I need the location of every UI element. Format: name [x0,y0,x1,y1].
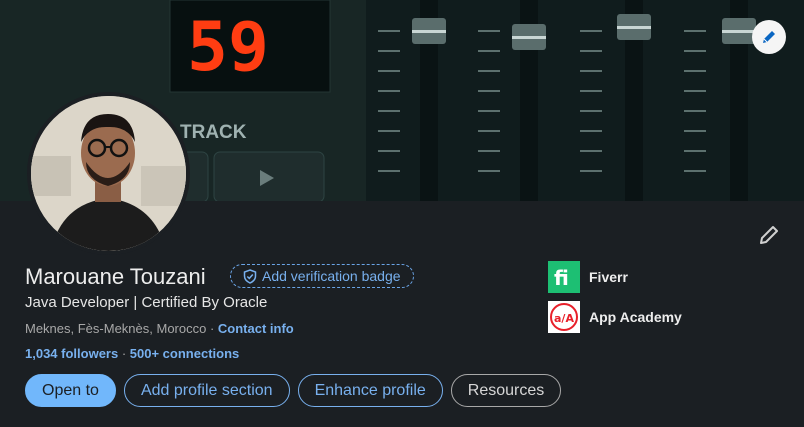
profile-location-row: Meknes, Fès-Meknès, Morocco · Contact in… [25,321,294,336]
app-academy-logo-icon: a/A [548,301,580,333]
avatar-photo [31,96,186,251]
add-profile-section-button[interactable]: Add profile section [123,374,290,407]
profile-stats: 1,034 followers · 500+ connections [25,346,239,361]
fiverr-logo-text: fi [554,266,569,290]
company-fiverr[interactable]: fi Fiverr [548,261,628,293]
company-name: Fiverr [589,269,628,285]
profile-avatar[interactable] [27,92,190,255]
resources-button[interactable]: Resources [450,374,562,407]
shield-check-icon [243,268,257,284]
location-separator: · [206,321,218,336]
banner-display-number: 59 [187,8,269,87]
contact-info-link[interactable]: Contact info [218,321,294,336]
followers-link[interactable]: 1,034 followers [25,346,118,361]
enhance-profile-button[interactable]: Enhance profile [297,374,443,407]
banner-track-label: TRACK [180,122,247,143]
fiverr-logo-mark: fi [554,266,569,290]
edit-intro-button[interactable] [756,222,782,248]
add-verification-badge-button[interactable]: Add verification badge [230,264,414,288]
pencil-icon [763,31,775,43]
connections-link[interactable]: 500+ connections [130,346,239,361]
edit-banner-button[interactable] [752,20,786,54]
company-name: App Academy [589,309,682,325]
app-academy-logo-text: a/A [554,312,574,325]
profile-name: Marouane Touzani [25,264,206,289]
fiverr-logo-icon: fi [548,261,580,293]
profile-location: Meknes, Fès-Meknès, Morocco [25,321,207,336]
profile-actions: Open to Add profile section Enhance prof… [25,374,562,407]
stats-separator: · [118,346,130,361]
verification-badge-label: Add verification badge [262,268,401,284]
profile-card: 59 TRACK Marouane Touzani Add verificati… [0,0,804,427]
company-app-academy[interactable]: a/A App Academy [548,301,682,333]
app-academy-logo-mark: a/A [550,303,578,331]
profile-headline: Java Developer | Certified By Oracle [25,294,268,311]
open-to-button[interactable]: Open to [25,374,116,407]
pencil-icon [760,226,778,244]
